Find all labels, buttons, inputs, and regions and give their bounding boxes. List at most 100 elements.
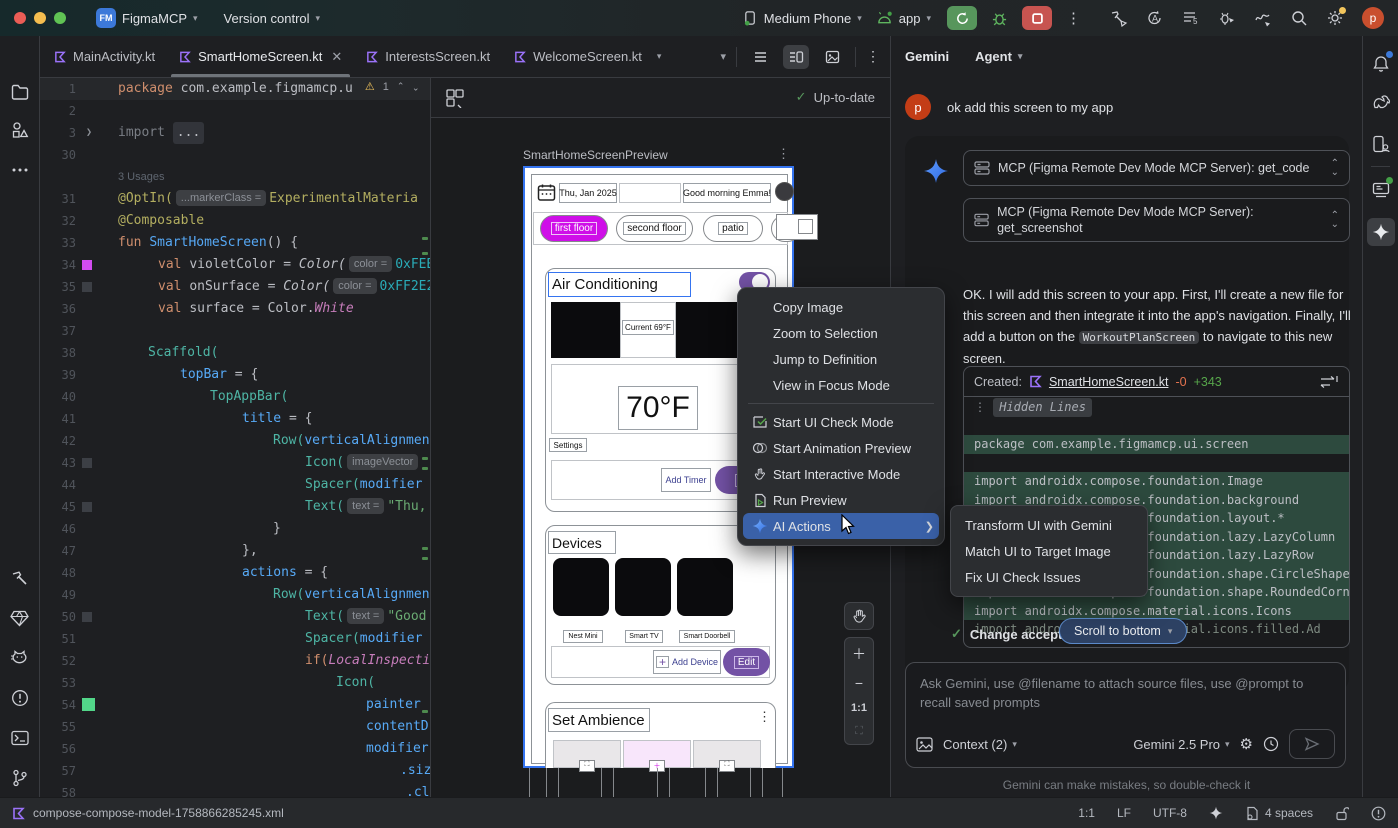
menu-item-copy-image[interactable]: Copy Image	[738, 294, 944, 320]
preview-layout-grid-icon[interactable]	[445, 88, 465, 108]
vcs-menu[interactable]: Version control ▾	[224, 11, 321, 26]
close-icon[interactable]: ✕	[331, 49, 342, 65]
menu-item-start-animation-preview[interactable]: Start Animation Preview	[738, 435, 944, 461]
submenu-item-transform-ui-with-gemini[interactable]: Transform UI with Gemini	[951, 512, 1147, 538]
color-swatch[interactable]	[82, 260, 92, 270]
menu-item-start-interactive-mode[interactable]: Start Interactive Mode	[738, 461, 944, 487]
diff-view-icon[interactable]	[1319, 375, 1339, 389]
menu-item-run-preview[interactable]: Run Preview	[738, 487, 944, 513]
attach-debugger-icon[interactable]	[1218, 9, 1236, 27]
split-view-button[interactable]	[783, 45, 809, 69]
color-swatch[interactable]	[82, 282, 92, 292]
gemini-sparkle-icon[interactable]	[1367, 218, 1395, 246]
code-line[interactable]: 33fun SmartHomeScreen() {	[40, 232, 430, 254]
tool-call-get-code[interactable]: MCP (Figma Remote Dev Mode MCP Server): …	[963, 150, 1350, 186]
color-swatch[interactable]	[82, 612, 92, 622]
expand-chevron-icon[interactable]: ⌃⌄	[1331, 159, 1339, 177]
more-actions-menu[interactable]: ⋮	[1066, 9, 1082, 27]
editor-options-menu[interactable]: ⋮	[866, 48, 880, 65]
history-clock-icon[interactable]	[1263, 736, 1279, 752]
hidden-lines-row[interactable]: ⋮ Hidden Lines	[964, 398, 1349, 417]
code-line[interactable]: 55contentD	[40, 716, 430, 738]
project-folder-icon[interactable]	[6, 78, 34, 106]
build-hammer-run-icon[interactable]	[1110, 9, 1128, 27]
agent-mode-selector[interactable]: Agent▾	[975, 49, 1022, 64]
ai-sparkle-icon[interactable]	[1209, 806, 1223, 820]
code-line[interactable]: 38Scaffold(	[40, 342, 430, 364]
attach-image-icon[interactable]	[916, 737, 933, 752]
room-chip-patio[interactable]: patio	[703, 215, 763, 242]
code-line[interactable]: 49Row(verticalAlignmen	[40, 584, 430, 606]
file-encoding[interactable]: UTF-8	[1153, 806, 1187, 820]
tab-list-chevron-icon[interactable]: ▾	[720, 50, 726, 63]
notifications-bell-icon[interactable]	[1367, 50, 1395, 78]
device-tile-smart-doorbell[interactable]	[677, 558, 733, 616]
code-line[interactable]: 53Icon(	[40, 672, 430, 694]
code-line[interactable]: 35val onSurface = Color(color =0xFF2E2	[40, 276, 430, 298]
more-tools-icon[interactable]	[6, 156, 34, 184]
device-selector[interactable]: Medium Phone ▾	[743, 10, 862, 26]
tab-mainactivity-kt[interactable]: MainActivity.kt	[42, 36, 167, 77]
sync-translate-icon[interactable]: A	[1146, 9, 1164, 27]
code-line[interactable]: 57.siz	[40, 760, 430, 782]
add-timer-button[interactable]: Add Timer	[661, 468, 711, 492]
zoom-in-button[interactable]: ＋	[852, 644, 866, 664]
gradle-elephant-icon[interactable]	[1367, 88, 1395, 116]
profiler-icon[interactable]	[1254, 9, 1272, 27]
zoom-level-label[interactable]: 1:1	[851, 702, 867, 714]
tab-gemini[interactable]: Gemini	[905, 49, 949, 64]
submenu-item-match-ui-to-target-image[interactable]: Match UI to Target Image	[951, 538, 1147, 564]
caret-position[interactable]: 1:1	[1078, 806, 1095, 820]
chevron-down-icon[interactable]: ▾	[657, 51, 662, 62]
edit-button[interactable]: Edit	[723, 648, 770, 676]
tab-interestsscreen-kt[interactable]: InterestsScreen.kt	[354, 36, 502, 77]
line-separator[interactable]: LF	[1117, 806, 1131, 820]
add-device-button[interactable]: +Add Device	[653, 650, 721, 674]
chat-settings-gear-icon[interactable]: ⚙	[1240, 735, 1253, 753]
terminal-icon[interactable]	[6, 724, 34, 752]
code-line[interactable]: 3❯import ...	[40, 122, 430, 144]
profile-avatar[interactable]: p	[1362, 7, 1384, 29]
code-line[interactable]: 56modifier	[40, 738, 430, 760]
code-line[interactable]: 50Text(text ="Good	[40, 606, 430, 628]
color-swatch[interactable]	[82, 458, 92, 468]
prev-issue-chevron-icon[interactable]: ⌃	[397, 81, 405, 92]
code-line[interactable]: 40TopAppBar(	[40, 386, 430, 408]
code-line[interactable]: 39topBar = {	[40, 364, 430, 386]
maximize-window-button[interactable]	[54, 12, 66, 24]
room-chip-first-floor[interactable]: first floor	[540, 215, 608, 242]
app-quality-gem-icon[interactable]	[6, 604, 34, 632]
fold-chevron-icon[interactable]: ❯	[86, 122, 92, 144]
code-line[interactable]: 3 Usages	[40, 166, 430, 188]
menu-item-start-ui-check-mode[interactable]: Start UI Check Mode	[738, 409, 944, 435]
expand-chevron-icon[interactable]: ⌃⌄	[1331, 211, 1339, 229]
code-line[interactable]: 45Text(text ="Thu,	[40, 496, 430, 518]
rerun-button[interactable]	[947, 6, 977, 30]
preview-view-button[interactable]	[819, 45, 845, 69]
zoom-out-button[interactable]: −	[855, 675, 863, 691]
search-everywhere-icon[interactable]	[1290, 9, 1308, 27]
menu-item-zoom-to-selection[interactable]: Zoom to Selection	[738, 320, 944, 346]
tool-call-get-screenshot[interactable]: MCP (Figma Remote Dev Mode MCP Server): …	[963, 198, 1350, 242]
menu-item-view-in-focus-mode[interactable]: View in Focus Mode	[738, 372, 944, 398]
room-chip-second-floor[interactable]: second floor	[616, 215, 693, 242]
code-line[interactable]: 31@OptIn(...markerClass =ExperimentalMat…	[40, 188, 430, 210]
code-line[interactable]: 34val violetColor = Color(color =0xFEB	[40, 254, 430, 276]
scroll-to-bottom-button[interactable]: Scroll to bottom▾	[1059, 618, 1187, 644]
run-config-selector[interactable]: app ▾	[876, 11, 931, 26]
logcat-cat-icon[interactable]	[6, 644, 34, 672]
selection-resize-handle[interactable]	[776, 214, 818, 240]
code-line[interactable]: 48actions = {	[40, 562, 430, 584]
chat-input-box[interactable]: Ask Gemini, use @filename to attach sour…	[905, 662, 1346, 768]
tab-smarthomescreen-kt[interactable]: SmartHomeScreen.kt✕	[167, 36, 354, 77]
folded-imports-chip[interactable]: ...	[173, 122, 204, 144]
color-swatch[interactable]	[82, 698, 95, 711]
device-manager-icon[interactable]	[1367, 130, 1395, 158]
code-line[interactable]: 44Spacer(modifier	[40, 474, 430, 496]
pan-tool-button[interactable]	[844, 602, 874, 630]
close-window-button[interactable]	[14, 12, 26, 24]
stop-button[interactable]	[1022, 6, 1052, 30]
code-line[interactable]: 41title = {	[40, 408, 430, 430]
context-selector[interactable]: Context (2)▾	[943, 737, 1017, 752]
submenu-item-fix-ui-check-issues[interactable]: Fix UI Check Issues	[951, 564, 1147, 590]
